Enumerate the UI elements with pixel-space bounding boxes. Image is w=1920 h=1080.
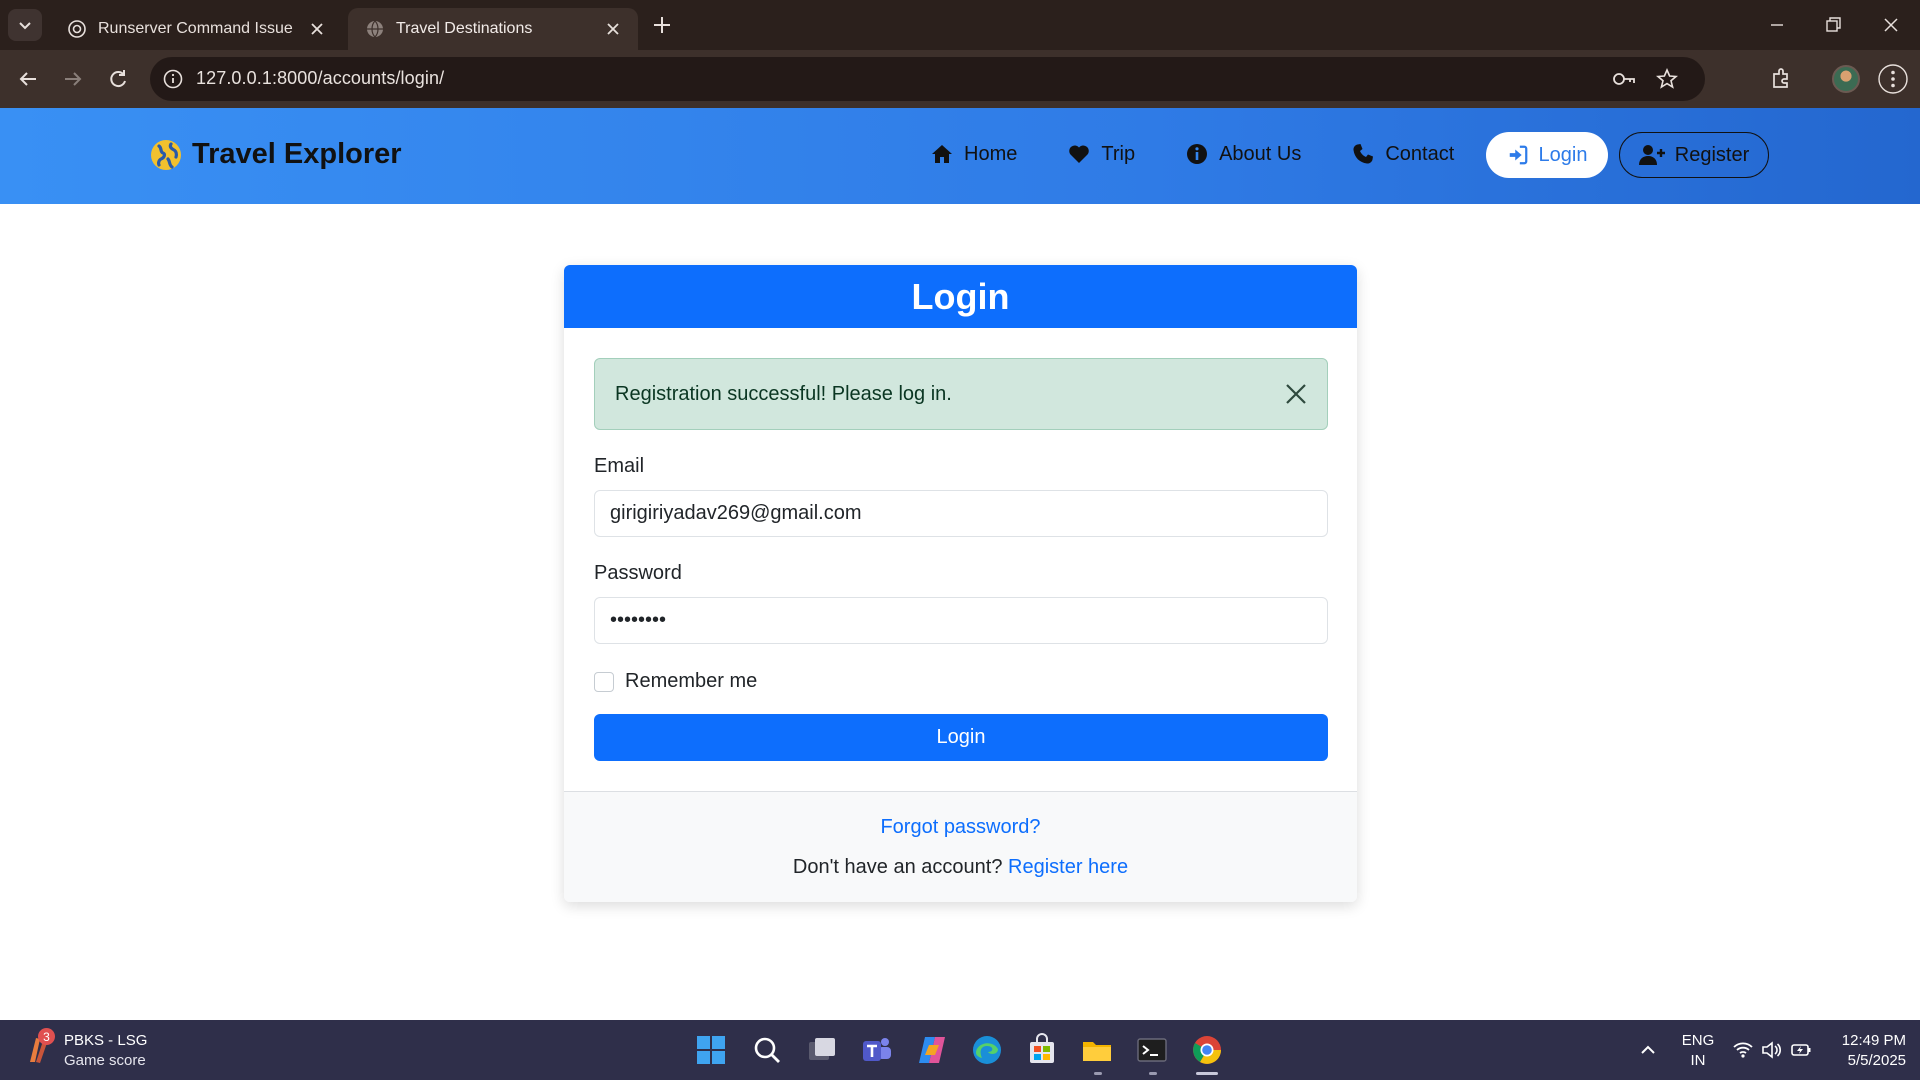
close-icon[interactable] [1283,381,1309,407]
store-icon[interactable] [1025,1033,1059,1067]
sign-in-icon [1509,145,1527,165]
password-label: Password [594,562,682,584]
nav-trip[interactable]: Trip [1067,142,1135,166]
phone-icon [1353,144,1374,164]
brand-logo[interactable]: Travel Explorer [150,138,402,171]
windows-start-icon[interactable] [694,1033,728,1067]
earth-globe-icon [151,139,181,170]
home-icon [932,145,952,163]
tab-travel-destinations[interactable]: Travel Destinations [348,8,638,50]
copilot-icon[interactable] [915,1033,949,1067]
widget-title[interactable]: PBKS - LSG [64,1032,147,1049]
wifi-icon[interactable] [1732,1039,1754,1061]
profile-avatar[interactable] [1832,65,1860,93]
user-plus-icon [1638,145,1665,165]
chatgpt-icon [68,20,86,38]
nav-home-label: Home [964,142,1018,165]
chevron-up-icon[interactable] [1638,1040,1658,1060]
alert-message: Registration successful! Please log in. [615,382,952,405]
checkbox-box[interactable] [594,671,614,692]
volume-icon[interactable] [1760,1039,1782,1061]
chrome-icon[interactable] [1190,1033,1224,1067]
terminal-icon[interactable] [1135,1033,1169,1067]
bookmark-star-icon[interactable] [1655,67,1679,91]
new-tab-icon[interactable] [650,13,674,37]
restore-icon[interactable] [1820,12,1846,38]
nav-contact[interactable]: Contact [1351,142,1454,166]
taskbar: 3 PBKS - LSG Game score ENG IN 12:49 PM … [0,1020,1920,1080]
browser-toolbar: 127.0.0.1:8000/accounts/login/ [0,50,1920,108]
clock-date[interactable]: 5/5/2025 [1826,1052,1906,1069]
heart-icon [1069,145,1090,163]
close-icon[interactable] [604,20,622,38]
tab-label: Travel Destinations [396,20,533,37]
nav-contact-label: Contact [1385,142,1455,165]
login-card-header: Login [564,265,1357,328]
tab-label: Runserver Command Issue [98,20,293,37]
tab-runserver[interactable]: Runserver Command Issue [50,8,342,50]
forgot-password-link[interactable]: Forgot password? [564,816,1357,839]
search-icon[interactable] [750,1033,784,1067]
reload-icon[interactable] [104,65,132,93]
battery-icon[interactable] [1790,1039,1812,1061]
no-account-row: Don't have an account? Register here [564,856,1357,879]
task-view-icon[interactable] [805,1033,839,1067]
login-card: Login Registration successful! Please lo… [564,265,1357,902]
extensions-icon[interactable] [1766,64,1796,94]
login-card-footer: Forgot password? Don't have an account? … [564,791,1357,902]
remember-me-checkbox[interactable]: Remember me [594,670,757,693]
running-indicator [1094,1072,1102,1075]
browser-tab-bar: Runserver Command Issue Travel Destinati… [0,0,1920,50]
chevron-down-icon [19,22,31,30]
password-field[interactable] [594,597,1328,644]
nav-login-label: Login [1538,143,1588,166]
nav-home[interactable]: Home [930,142,1017,166]
active-indicator [1196,1072,1218,1075]
minimize-icon[interactable] [1764,12,1790,38]
widget-badge: 3 [38,1028,55,1045]
widget-subtitle[interactable]: Game score [64,1052,146,1069]
register-here-link[interactable]: Register here [1008,856,1128,878]
back-icon[interactable] [14,65,42,93]
nav-links: Home Trip About Us Contact [930,142,1454,166]
nav-trip-label: Trip [1101,142,1136,165]
password-key-icon[interactable] [1611,68,1637,90]
email-field[interactable] [594,490,1328,537]
language-indicator-bottom[interactable]: IN [1680,1052,1716,1069]
url-text: 127.0.0.1:8000/accounts/login/ [196,68,445,88]
success-alert: Registration successful! Please log in. [594,358,1328,430]
site-navbar: Travel Explorer Home Trip About Us Conta… [0,108,1920,204]
teams-icon[interactable] [860,1033,894,1067]
login-title: Login [911,275,1010,317]
window-close-icon[interactable] [1878,12,1904,38]
edge-icon[interactable] [970,1033,1004,1067]
close-icon[interactable] [308,20,326,38]
nav-about[interactable]: About Us [1185,142,1301,166]
remember-me-label: Remember me [625,670,758,692]
forgot-password-text[interactable]: Forgot password? [880,816,1040,838]
forward-icon[interactable] [59,65,87,93]
nav-register-button[interactable]: Register [1619,132,1769,178]
file-explorer-icon[interactable] [1080,1033,1114,1067]
no-account-text: Don't have an account? [792,856,1003,878]
nav-register-label: Register [1674,143,1750,166]
globe-icon [367,20,383,38]
clock-time[interactable]: 12:49 PM [1826,1032,1906,1049]
email-label: Email [594,455,645,477]
nav-about-label: About Us [1219,142,1302,165]
tab-search-button[interactable] [8,9,42,41]
brand-name: Travel Explorer [192,138,402,170]
nav-login-button[interactable]: Login [1486,132,1608,178]
address-bar[interactable]: 127.0.0.1:8000/accounts/login/ [150,57,1705,101]
login-submit-label: Login [936,726,986,748]
more-menu-icon[interactable] [1878,64,1908,94]
site-info-icon[interactable] [162,68,184,90]
info-icon [1187,144,1208,164]
running-indicator [1149,1072,1157,1075]
login-submit-button[interactable]: Login [594,714,1328,761]
language-indicator-top[interactable]: ENG [1680,1032,1716,1049]
